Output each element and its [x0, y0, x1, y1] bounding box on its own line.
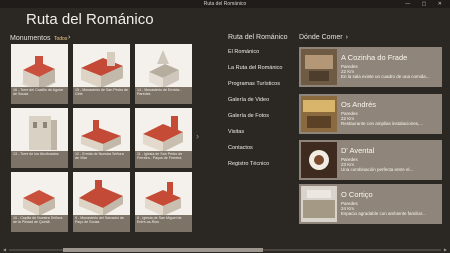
window-controls[interactable]: — ▢ ✕: [405, 0, 447, 8]
horizontal-scrollbar[interactable]: ◀ ▶: [3, 247, 447, 252]
restaurant-card[interactable]: A Cozinha do Frade Paredes 22 Km En la s…: [299, 47, 442, 87]
menu-item-galeria-fotos[interactable]: Galería de Fotos: [228, 112, 290, 128]
scroll-right-icon[interactable]: ▶: [444, 247, 447, 252]
menu-item-galeria-video[interactable]: Galería de Video: [228, 96, 290, 112]
monumentos-heading-label: Monumentos: [10, 35, 51, 42]
monument-caption: 10 - Capilla de Nuestra Señora de la Pie…: [11, 215, 68, 232]
monument-tile[interactable]: 16 - Torre del Castillo de Aguiar de Sou…: [11, 44, 68, 104]
app-title: Ruta del Románico: [26, 11, 154, 28]
monument-grid: 16 - Torre del Castillo de Aguiar de Sou…: [11, 44, 194, 244]
scrollbar-thumb[interactable]: [63, 248, 263, 252]
restaurant-photo: [301, 186, 337, 222]
monument-caption: 9 - Monasterio del Salvador de Paço de S…: [73, 215, 130, 232]
monument-tile[interactable]: 10 - Capilla de Nuestra Señora de la Pie…: [11, 172, 68, 232]
todos-filter-button[interactable]: Todos: [54, 36, 67, 42]
menu-item-el-romanico[interactable]: El Románico: [228, 48, 290, 64]
monument-caption: 8 - Iglesia de San Miguel de Entre-os-Ri…: [135, 215, 192, 232]
monument-caption: 14 - Monasterio de Ermida - Paredes: [135, 87, 192, 104]
monument-caption: 15 - Monasterio de San Pedro de Cête: [73, 87, 130, 104]
monument-caption: 16 - Torre del Castillo de Aguiar de Sou…: [11, 87, 68, 104]
restaurant-card[interactable]: D' Avental Paredes 23 Km Una combinación…: [299, 140, 442, 180]
ruta-menu-heading: Ruta del Románico: [228, 34, 288, 41]
chevron-right-icon[interactable]: ›: [68, 34, 70, 41]
restaurant-photo: [301, 49, 337, 85]
restaurant-card[interactable]: Os Andrés Paredes 22 Km Restaurante con …: [299, 94, 442, 134]
donde-comer-label: Dónde Comer: [299, 34, 343, 41]
window-title: Ruta del Románico: [203, 1, 247, 7]
monument-tile[interactable]: 15 - Monasterio de San Pedro de Cête: [73, 44, 130, 104]
menu-item-visitas[interactable]: Visitas: [228, 128, 290, 144]
monument-tile[interactable]: 11 - Iglesia de San Pedro de Ferreira - …: [135, 108, 192, 168]
restaurant-description: Una combinación perfecta entre el...: [341, 167, 414, 172]
restaurant-photo: [301, 96, 337, 132]
menu-item-programas[interactable]: Programas Turísticos: [228, 80, 290, 96]
restaurant-card[interactable]: O Cortiço Paredes 24 Km Espacio agradabl…: [299, 184, 442, 224]
chevron-right-icon: ›: [345, 34, 348, 41]
scroll-left-icon[interactable]: ◀: [3, 247, 6, 252]
scroll-next-icon[interactable]: ›: [196, 131, 199, 141]
window-titlebar: Ruta del Románico — ▢ ✕: [0, 0, 450, 8]
monument-tile[interactable]: 8 - Iglesia de San Miguel de Entre-os-Ri…: [135, 172, 192, 232]
restaurant-name: Os Andrés: [341, 100, 377, 109]
monument-caption: 13 - Torre de los Alcoforados: [11, 151, 68, 168]
monument-tile[interactable]: 13 - Torre de los Alcoforados: [11, 108, 68, 168]
restaurant-name: O Cortiço: [341, 190, 373, 199]
menu-item-registro[interactable]: Registro Técnico: [228, 160, 290, 176]
menu-item-contactos[interactable]: Contactos: [228, 144, 290, 160]
monument-caption: 12 - Ermita de Nuestra Señora de Vilar: [73, 151, 130, 168]
restaurant-name: D' Avental: [341, 146, 375, 155]
donde-comer-heading[interactable]: Dónde Comer ›: [299, 34, 348, 41]
monument-tile[interactable]: 12 - Ermita de Nuestra Señora de Vilar: [73, 108, 130, 168]
restaurant-photo: [301, 142, 337, 178]
restaurant-description: En la sala existe un cuadro de una comid…: [341, 74, 430, 79]
restaurant-description: Espacio agradable con ambiente familiar.…: [341, 211, 426, 216]
restaurant-name: A Cozinha do Frade: [341, 53, 408, 62]
restaurant-description: Restaurante con amplias instalaciones,..…: [341, 121, 424, 126]
monument-caption: 11 - Iglesia de San Pedro de Ferreira - …: [135, 151, 192, 168]
ruta-menu: El Románico La Ruta del Románico Program…: [228, 48, 290, 176]
monumentos-heading[interactable]: Monumentos: [10, 35, 50, 42]
menu-item-la-ruta[interactable]: La Ruta del Románico: [228, 64, 290, 80]
monument-tile[interactable]: 14 - Monasterio de Ermida - Paredes: [135, 44, 192, 104]
monument-tile[interactable]: 9 - Monasterio del Salvador de Paço de S…: [73, 172, 130, 232]
